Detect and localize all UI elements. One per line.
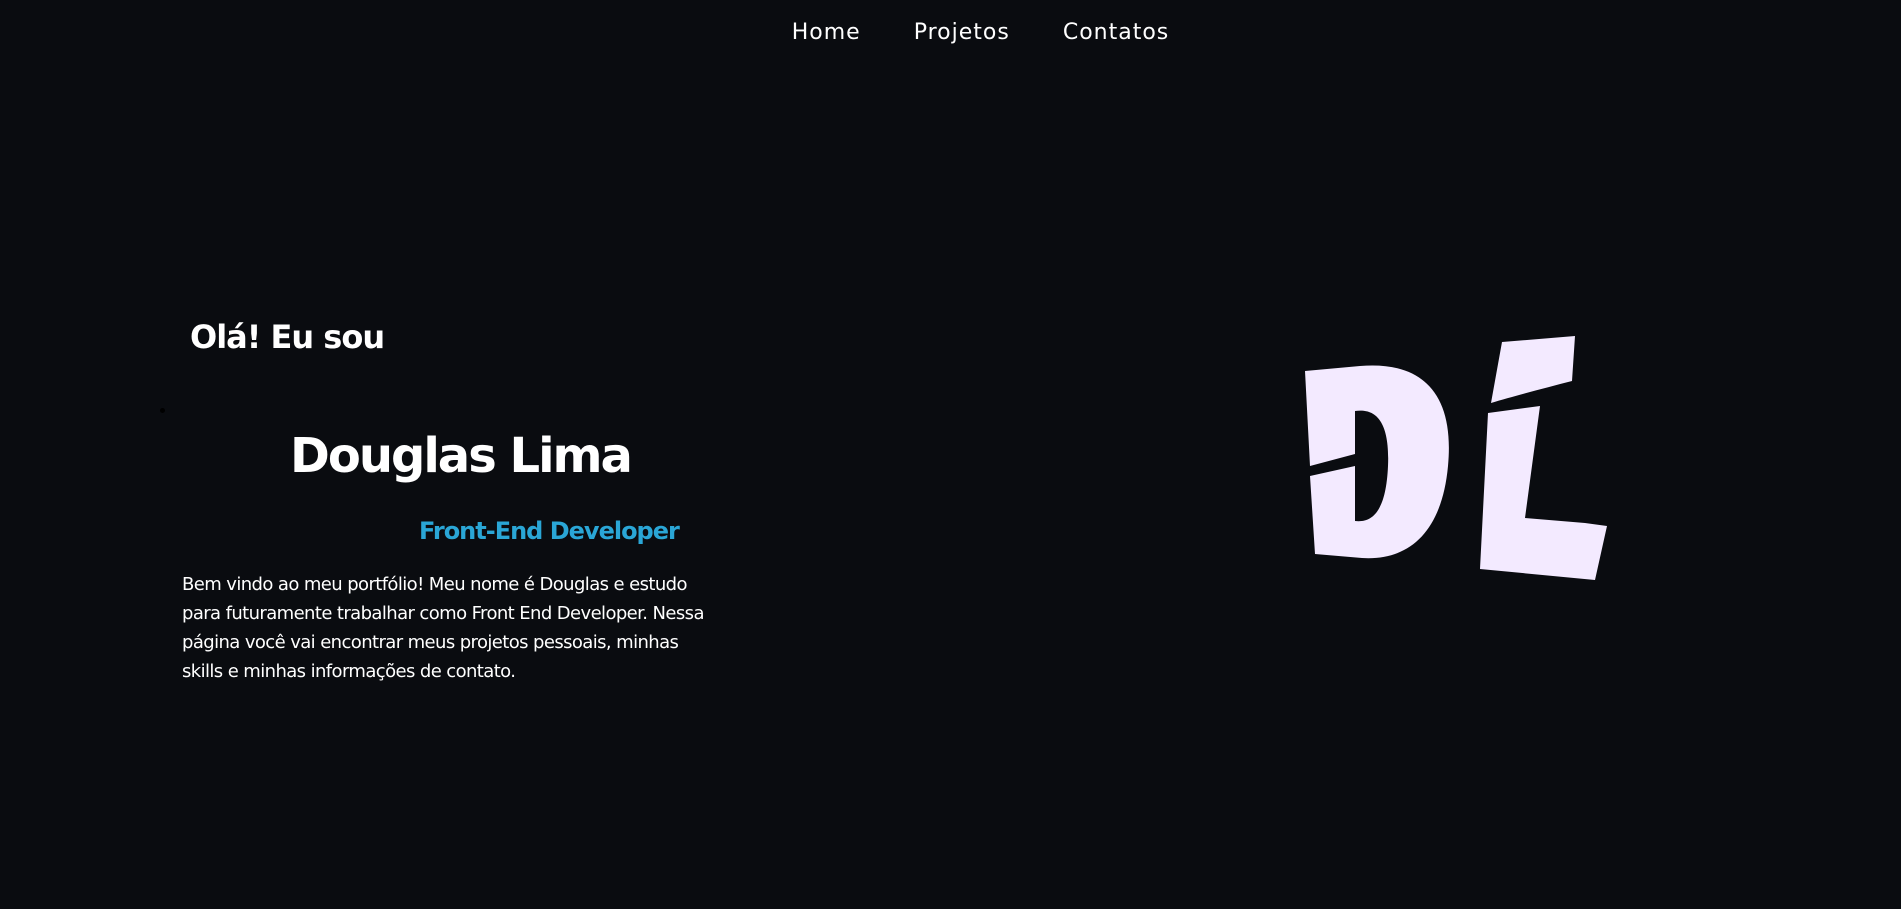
- list-bullet-dot: [160, 408, 165, 413]
- profile-name: Douglas Lima: [290, 428, 633, 484]
- nav-link-home[interactable]: Home: [792, 20, 861, 45]
- nav-link-projetos[interactable]: Projetos: [914, 20, 1010, 45]
- dl-logo: [1305, 336, 1607, 580]
- dl-logo-mark: [1305, 336, 1607, 580]
- bio-paragraph: Bem vindo ao meu portfólio! Meu nome é D…: [182, 574, 704, 682]
- nav-links: Home Projetos Contatos: [792, 20, 1170, 45]
- profile-role: Front-End Developer: [419, 517, 680, 545]
- top-navigation: Home Projetos Contatos: [0, 0, 1901, 64]
- nav-link-contatos[interactable]: Contatos: [1063, 20, 1169, 45]
- greeting-text: Olá! Eu sou: [190, 318, 385, 356]
